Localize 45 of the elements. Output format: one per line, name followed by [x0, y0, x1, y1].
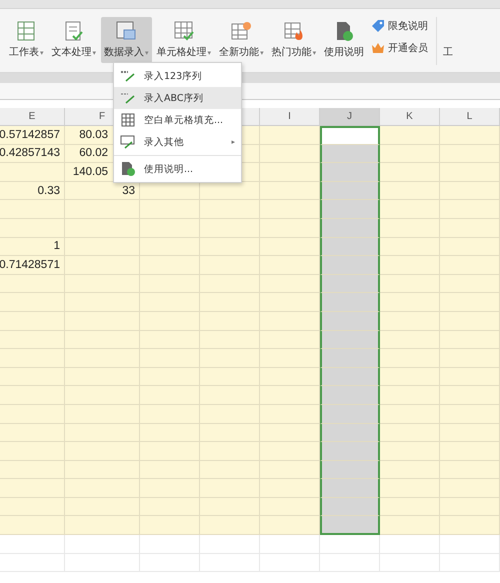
spreadsheet-cell[interactable]	[320, 126, 380, 145]
spreadsheet-cell[interactable]	[320, 479, 380, 498]
document-icon	[120, 162, 136, 176]
number-pen-icon	[120, 69, 136, 83]
spreadsheet-cell[interactable]	[320, 516, 380, 536]
spreadsheet-cell[interactable]	[320, 182, 380, 200]
document-check-icon	[62, 20, 85, 42]
tag-icon	[371, 19, 386, 33]
table-check-icon	[172, 20, 195, 42]
crown-icon	[371, 41, 386, 55]
spreadsheet-cell[interactable]	[320, 293, 380, 312]
spreadsheet-cell[interactable]	[320, 424, 380, 442]
spreadsheet-cell[interactable]	[320, 144, 380, 164]
menu-item[interactable]: 录入ABC序列	[114, 87, 241, 109]
column-header[interactable]: E	[0, 108, 65, 125]
table-star-icon	[230, 20, 252, 42]
spreadsheet-cell[interactable]	[320, 330, 380, 350]
menu-item[interactable]: 录入123序列	[114, 65, 241, 87]
spreadsheet-cell[interactable]	[320, 442, 380, 461]
spreadsheet-cell[interactable]	[320, 163, 380, 182]
ribbon-small-button[interactable]: 限免说明	[369, 19, 430, 33]
spreadsheet-cell[interactable]	[320, 256, 380, 275]
column-header[interactable]: L	[440, 108, 500, 125]
letter-pen-icon	[120, 91, 136, 105]
spreadsheet-cell[interactable]	[320, 200, 380, 219]
spreadsheet-cell[interactable]	[320, 386, 380, 405]
ribbon-small-button[interactable]: 开通会员	[369, 41, 430, 55]
window-icon	[115, 20, 138, 42]
spreadsheet-cell[interactable]	[320, 218, 380, 238]
spreadsheet-cell[interactable]	[320, 404, 380, 424]
column-header[interactable]: K	[380, 108, 440, 125]
spreadsheet-cell[interactable]	[320, 274, 380, 294]
ribbon-button[interactable]: 使用说明	[321, 17, 368, 63]
spreadsheet-cell[interactable]	[320, 312, 380, 331]
column-header[interactable]: J	[320, 108, 380, 125]
spreadsheet-cell[interactable]	[320, 238, 380, 256]
table-icon	[15, 20, 38, 42]
table-flame-icon	[282, 20, 305, 42]
spreadsheet-cell[interactable]	[320, 460, 380, 480]
spreadsheet-cell[interactable]	[320, 498, 380, 516]
ribbon-button-label[interactable]: 工	[443, 17, 454, 59]
spreadsheet-cell[interactable]	[320, 349, 380, 368]
grid-icon	[120, 113, 136, 127]
spreadsheet-cell[interactable]	[320, 368, 380, 386]
speech-pen-icon	[120, 135, 136, 149]
